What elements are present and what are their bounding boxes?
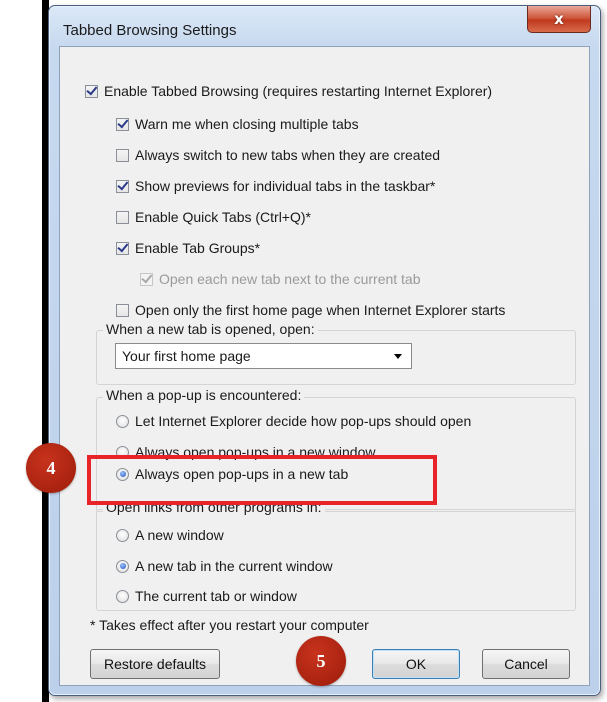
enable-tab-groups-checkbox[interactable]: Enable Tab Groups* — [116, 240, 260, 256]
enable-quick-tabs-label: Enable Quick Tabs (Ctrl+Q)* — [135, 209, 311, 225]
show-previews-label: Show previews for individual tabs in the… — [135, 178, 436, 194]
checkbox-icon — [116, 148, 129, 162]
links-current-tab-radio[interactable]: The current tab or window — [116, 588, 297, 604]
open-next-to-current-label: Open each new tab next to the current ta… — [159, 271, 421, 287]
open-next-to-current-checkbox: Open each new tab next to the current ta… — [140, 271, 421, 287]
show-previews-checkbox[interactable]: Show previews for individual tabs in the… — [116, 178, 435, 194]
radio-icon — [116, 414, 129, 428]
new-tab-dropdown-value: Your first home page — [122, 348, 251, 364]
restart-footnote: * Takes effect after you restart your co… — [90, 617, 369, 633]
step-5-badge: 5 — [296, 636, 346, 686]
popup-decide-radio[interactable]: Let Internet Explorer decide how pop-ups… — [116, 413, 471, 429]
links-new-window-label: A new window — [135, 527, 224, 543]
always-switch-tabs-checkbox[interactable]: Always switch to new tabs when they are … — [116, 147, 440, 163]
highlight-box — [87, 455, 437, 505]
links-new-window-radio[interactable]: A new window — [116, 527, 224, 543]
close-icon: x — [554, 10, 564, 28]
step-4-badge: 4 — [26, 443, 76, 493]
chevron-down-icon — [394, 354, 402, 359]
checkbox-icon — [85, 84, 98, 98]
checkbox-icon — [116, 179, 129, 193]
popup-decide-label: Let Internet Explorer decide how pop-ups… — [135, 413, 472, 429]
cancel-button[interactable]: Cancel — [482, 649, 570, 679]
open-first-home-page-checkbox[interactable]: Open only the first home page when Inter… — [116, 302, 505, 318]
always-switch-tabs-label: Always switch to new tabs when they are … — [135, 147, 441, 163]
open-first-home-page-label: Open only the first home page when Inter… — [135, 302, 506, 318]
enable-tabbed-browsing-checkbox[interactable]: Enable Tabbed Browsing (requires restart… — [85, 83, 492, 99]
checkbox-icon — [140, 272, 153, 286]
checkbox-icon — [116, 303, 129, 317]
checkbox-icon — [116, 241, 129, 255]
enable-quick-tabs-checkbox[interactable]: Enable Quick Tabs (Ctrl+Q)* — [116, 209, 311, 225]
enable-tab-groups-label: Enable Tab Groups* — [135, 240, 261, 256]
warn-closing-tabs-label: Warn me when closing multiple tabs — [135, 116, 359, 132]
title-bar: Tabbed Browsing Settings x — [49, 6, 600, 48]
new-tab-dropdown[interactable]: Your first home page — [115, 343, 412, 369]
checkbox-icon — [116, 210, 129, 224]
ok-button[interactable]: OK — [372, 649, 460, 679]
restore-defaults-button[interactable]: Restore defaults — [90, 649, 220, 679]
radio-icon — [116, 528, 129, 542]
popup-group-label: When a pop-up is encountered: — [103, 387, 305, 403]
new-tab-group-label: When a new tab is opened, open: — [103, 321, 318, 337]
warn-closing-tabs-checkbox[interactable]: Warn me when closing multiple tabs — [116, 116, 359, 132]
radio-icon — [116, 559, 129, 573]
radio-icon — [116, 589, 129, 603]
dialog-client-area: Enable Tabbed Browsing (requires restart… — [59, 46, 590, 686]
close-button[interactable]: x — [527, 6, 591, 33]
links-new-tab-radio[interactable]: A new tab in the current window — [116, 558, 333, 574]
links-new-tab-label: A new tab in the current window — [135, 558, 333, 574]
dialog-window: Tabbed Browsing Settings x Enable Tabbed… — [48, 5, 601, 696]
links-current-tab-label: The current tab or window — [135, 588, 297, 604]
dialog-title: Tabbed Browsing Settings — [63, 22, 237, 39]
checkbox-icon — [116, 117, 129, 131]
enable-tabbed-browsing-label: Enable Tabbed Browsing (requires restart… — [104, 83, 493, 99]
